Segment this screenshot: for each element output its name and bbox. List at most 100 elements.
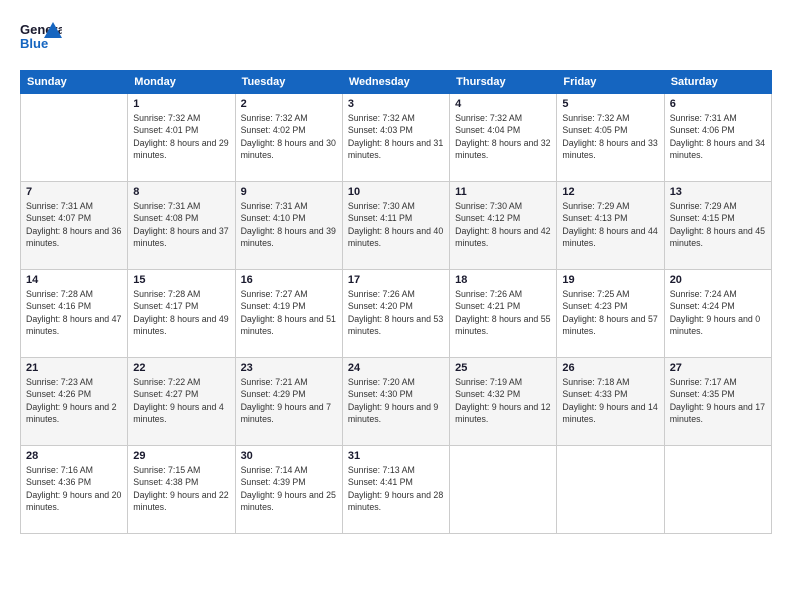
calendar-cell: 24 Sunrise: 7:20 AMSunset: 4:30 PMDayligh… [342,358,449,446]
calendar-cell: 16Sunrise: 7:27 AMSunset: 4:19 PMDayligh… [235,270,342,358]
day-number: 16 [241,274,337,286]
day-info: Sunrise: 7:32 AMSunset: 4:04 PMDaylight:… [455,112,551,161]
weekday-header: Sunday [21,71,128,94]
day-number: 15 [133,274,229,286]
weekday-header: Thursday [450,71,557,94]
calendar-cell [664,446,771,534]
calendar-cell: 19Sunrise: 7:25 AMSunset: 4:23 PMDayligh… [557,270,664,358]
calendar-cell: 28Sunrise: 7:16 AMSunset: 4:36 PMDayligh… [21,446,128,534]
weekday-header: Monday [128,71,235,94]
day-info: Sunrise: 7:24 AMSunset: 4:24 PMDaylight:… [670,288,766,337]
day-number: 12 [562,186,658,198]
day-info: Sunrise: 7:18 AMSunset: 4:33 PMDaylight:… [562,376,658,425]
day-number: 22 [133,362,229,374]
weekday-header: Friday [557,71,664,94]
calendar-cell: 27 Sunrise: 7:17 AMSunset: 4:35 PMDayligh… [664,358,771,446]
day-number: 18 [455,274,551,286]
calendar-cell: 2 Sunrise: 7:32 AMSunset: 4:02 PMDaylight… [235,94,342,182]
calendar-table: SundayMondayTuesdayWednesdayThursdayFrid… [20,70,772,534]
day-number: 3 [348,98,444,110]
calendar-week-row: 7 Sunrise: 7:31 AMSunset: 4:07 PMDaylight… [21,182,772,270]
day-number: 30 [241,450,337,462]
calendar-cell: 4 Sunrise: 7:32 AMSunset: 4:04 PMDaylight… [450,94,557,182]
calendar-cell: 20 Sunrise: 7:24 AMSunset: 4:24 PMDayligh… [664,270,771,358]
day-info: Sunrise: 7:32 AMSunset: 4:02 PMDaylight:… [241,112,337,161]
day-number: 2 [241,98,337,110]
day-info: Sunrise: 7:21 AMSunset: 4:29 PMDaylight:… [241,376,337,425]
page-header: General Blue [20,18,772,60]
day-number: 9 [241,186,337,198]
day-info: Sunrise: 7:20 AMSunset: 4:30 PMDaylight:… [348,376,444,425]
day-info: Sunrise: 7:17 AMSunset: 4:35 PMDaylight:… [670,376,766,425]
calendar-cell: 1 Sunrise: 7:32 AMSunset: 4:01 PMDaylight… [128,94,235,182]
calendar-cell [557,446,664,534]
logo: General Blue [20,18,62,60]
day-number: 8 [133,186,229,198]
svg-text:Blue: Blue [20,36,48,51]
day-number: 5 [562,98,658,110]
day-number: 4 [455,98,551,110]
calendar-cell: 18Sunrise: 7:26 AMSunset: 4:21 PMDayligh… [450,270,557,358]
day-info: Sunrise: 7:30 AMSunset: 4:11 PMDaylight:… [348,200,444,249]
weekday-header: Saturday [664,71,771,94]
day-info: Sunrise: 7:30 AMSunset: 4:12 PMDaylight:… [455,200,551,249]
calendar-cell: 26 Sunrise: 7:18 AMSunset: 4:33 PMDayligh… [557,358,664,446]
day-number: 25 [455,362,551,374]
day-info: Sunrise: 7:31 AMSunset: 4:08 PMDaylight:… [133,200,229,249]
weekday-header: Tuesday [235,71,342,94]
day-number: 27 [670,362,766,374]
day-info: Sunrise: 7:32 AMSunset: 4:01 PMDaylight:… [133,112,229,161]
day-number: 17 [348,274,444,286]
day-number: 26 [562,362,658,374]
calendar-cell: 15Sunrise: 7:28 AMSunset: 4:17 PMDayligh… [128,270,235,358]
calendar-cell: 8 Sunrise: 7:31 AMSunset: 4:08 PMDaylight… [128,182,235,270]
calendar-cell: 31Sunrise: 7:13 AMSunset: 4:41 PMDayligh… [342,446,449,534]
calendar-cell: 13 Sunrise: 7:29 AMSunset: 4:15 PMDayligh… [664,182,771,270]
day-info: Sunrise: 7:29 AMSunset: 4:13 PMDaylight:… [562,200,658,249]
calendar-cell: 25Sunrise: 7:19 AMSunset: 4:32 PMDayligh… [450,358,557,446]
day-info: Sunrise: 7:31 AMSunset: 4:07 PMDaylight:… [26,200,122,249]
day-info: Sunrise: 7:16 AMSunset: 4:36 PMDaylight:… [26,464,122,513]
calendar-cell: 12 Sunrise: 7:29 AMSunset: 4:13 PMDayligh… [557,182,664,270]
day-number: 29 [133,450,229,462]
calendar-week-row: 28Sunrise: 7:16 AMSunset: 4:36 PMDayligh… [21,446,772,534]
day-info: Sunrise: 7:32 AMSunset: 4:03 PMDaylight:… [348,112,444,161]
day-number: 11 [455,186,551,198]
day-number: 7 [26,186,122,198]
day-number: 24 [348,362,444,374]
calendar-cell: 17 Sunrise: 7:26 AMSunset: 4:20 PMDayligh… [342,270,449,358]
day-info: Sunrise: 7:29 AMSunset: 4:15 PMDaylight:… [670,200,766,249]
day-info: Sunrise: 7:14 AMSunset: 4:39 PMDaylight:… [241,464,337,513]
calendar-cell: 23 Sunrise: 7:21 AMSunset: 4:29 PMDayligh… [235,358,342,446]
day-number: 20 [670,274,766,286]
calendar-cell [21,94,128,182]
calendar-week-row: 14Sunrise: 7:28 AMSunset: 4:16 PMDayligh… [21,270,772,358]
calendar-cell: 14Sunrise: 7:28 AMSunset: 4:16 PMDayligh… [21,270,128,358]
calendar-cell: 22 Sunrise: 7:22 AMSunset: 4:27 PMDayligh… [128,358,235,446]
day-info: Sunrise: 7:22 AMSunset: 4:27 PMDaylight:… [133,376,229,425]
calendar-cell: 11 Sunrise: 7:30 AMSunset: 4:12 PMDayligh… [450,182,557,270]
day-info: Sunrise: 7:26 AMSunset: 4:20 PMDaylight:… [348,288,444,337]
logo-svg: General Blue [20,18,62,60]
day-number: 13 [670,186,766,198]
day-info: Sunrise: 7:15 AMSunset: 4:38 PMDaylight:… [133,464,229,513]
calendar-cell: 10Sunrise: 7:30 AMSunset: 4:11 PMDayligh… [342,182,449,270]
calendar-week-row: 21Sunrise: 7:23 AMSunset: 4:26 PMDayligh… [21,358,772,446]
day-number: 23 [241,362,337,374]
day-info: Sunrise: 7:32 AMSunset: 4:05 PMDaylight:… [562,112,658,161]
calendar-cell: 6Sunrise: 7:31 AMSunset: 4:06 PMDaylight… [664,94,771,182]
calendar-cell [450,446,557,534]
calendar-week-row: 1 Sunrise: 7:32 AMSunset: 4:01 PMDaylight… [21,94,772,182]
day-number: 31 [348,450,444,462]
calendar-cell: 29 Sunrise: 7:15 AMSunset: 4:38 PMDayligh… [128,446,235,534]
weekday-header: Wednesday [342,71,449,94]
day-number: 14 [26,274,122,286]
day-number: 19 [562,274,658,286]
calendar-header-row: SundayMondayTuesdayWednesdayThursdayFrid… [21,71,772,94]
calendar-cell: 30 Sunrise: 7:14 AMSunset: 4:39 PMDayligh… [235,446,342,534]
calendar-cell: 9Sunrise: 7:31 AMSunset: 4:10 PMDaylight… [235,182,342,270]
calendar-cell: 5 Sunrise: 7:32 AMSunset: 4:05 PMDaylight… [557,94,664,182]
day-number: 1 [133,98,229,110]
day-number: 6 [670,98,766,110]
calendar-cell: 3 Sunrise: 7:32 AMSunset: 4:03 PMDaylight… [342,94,449,182]
